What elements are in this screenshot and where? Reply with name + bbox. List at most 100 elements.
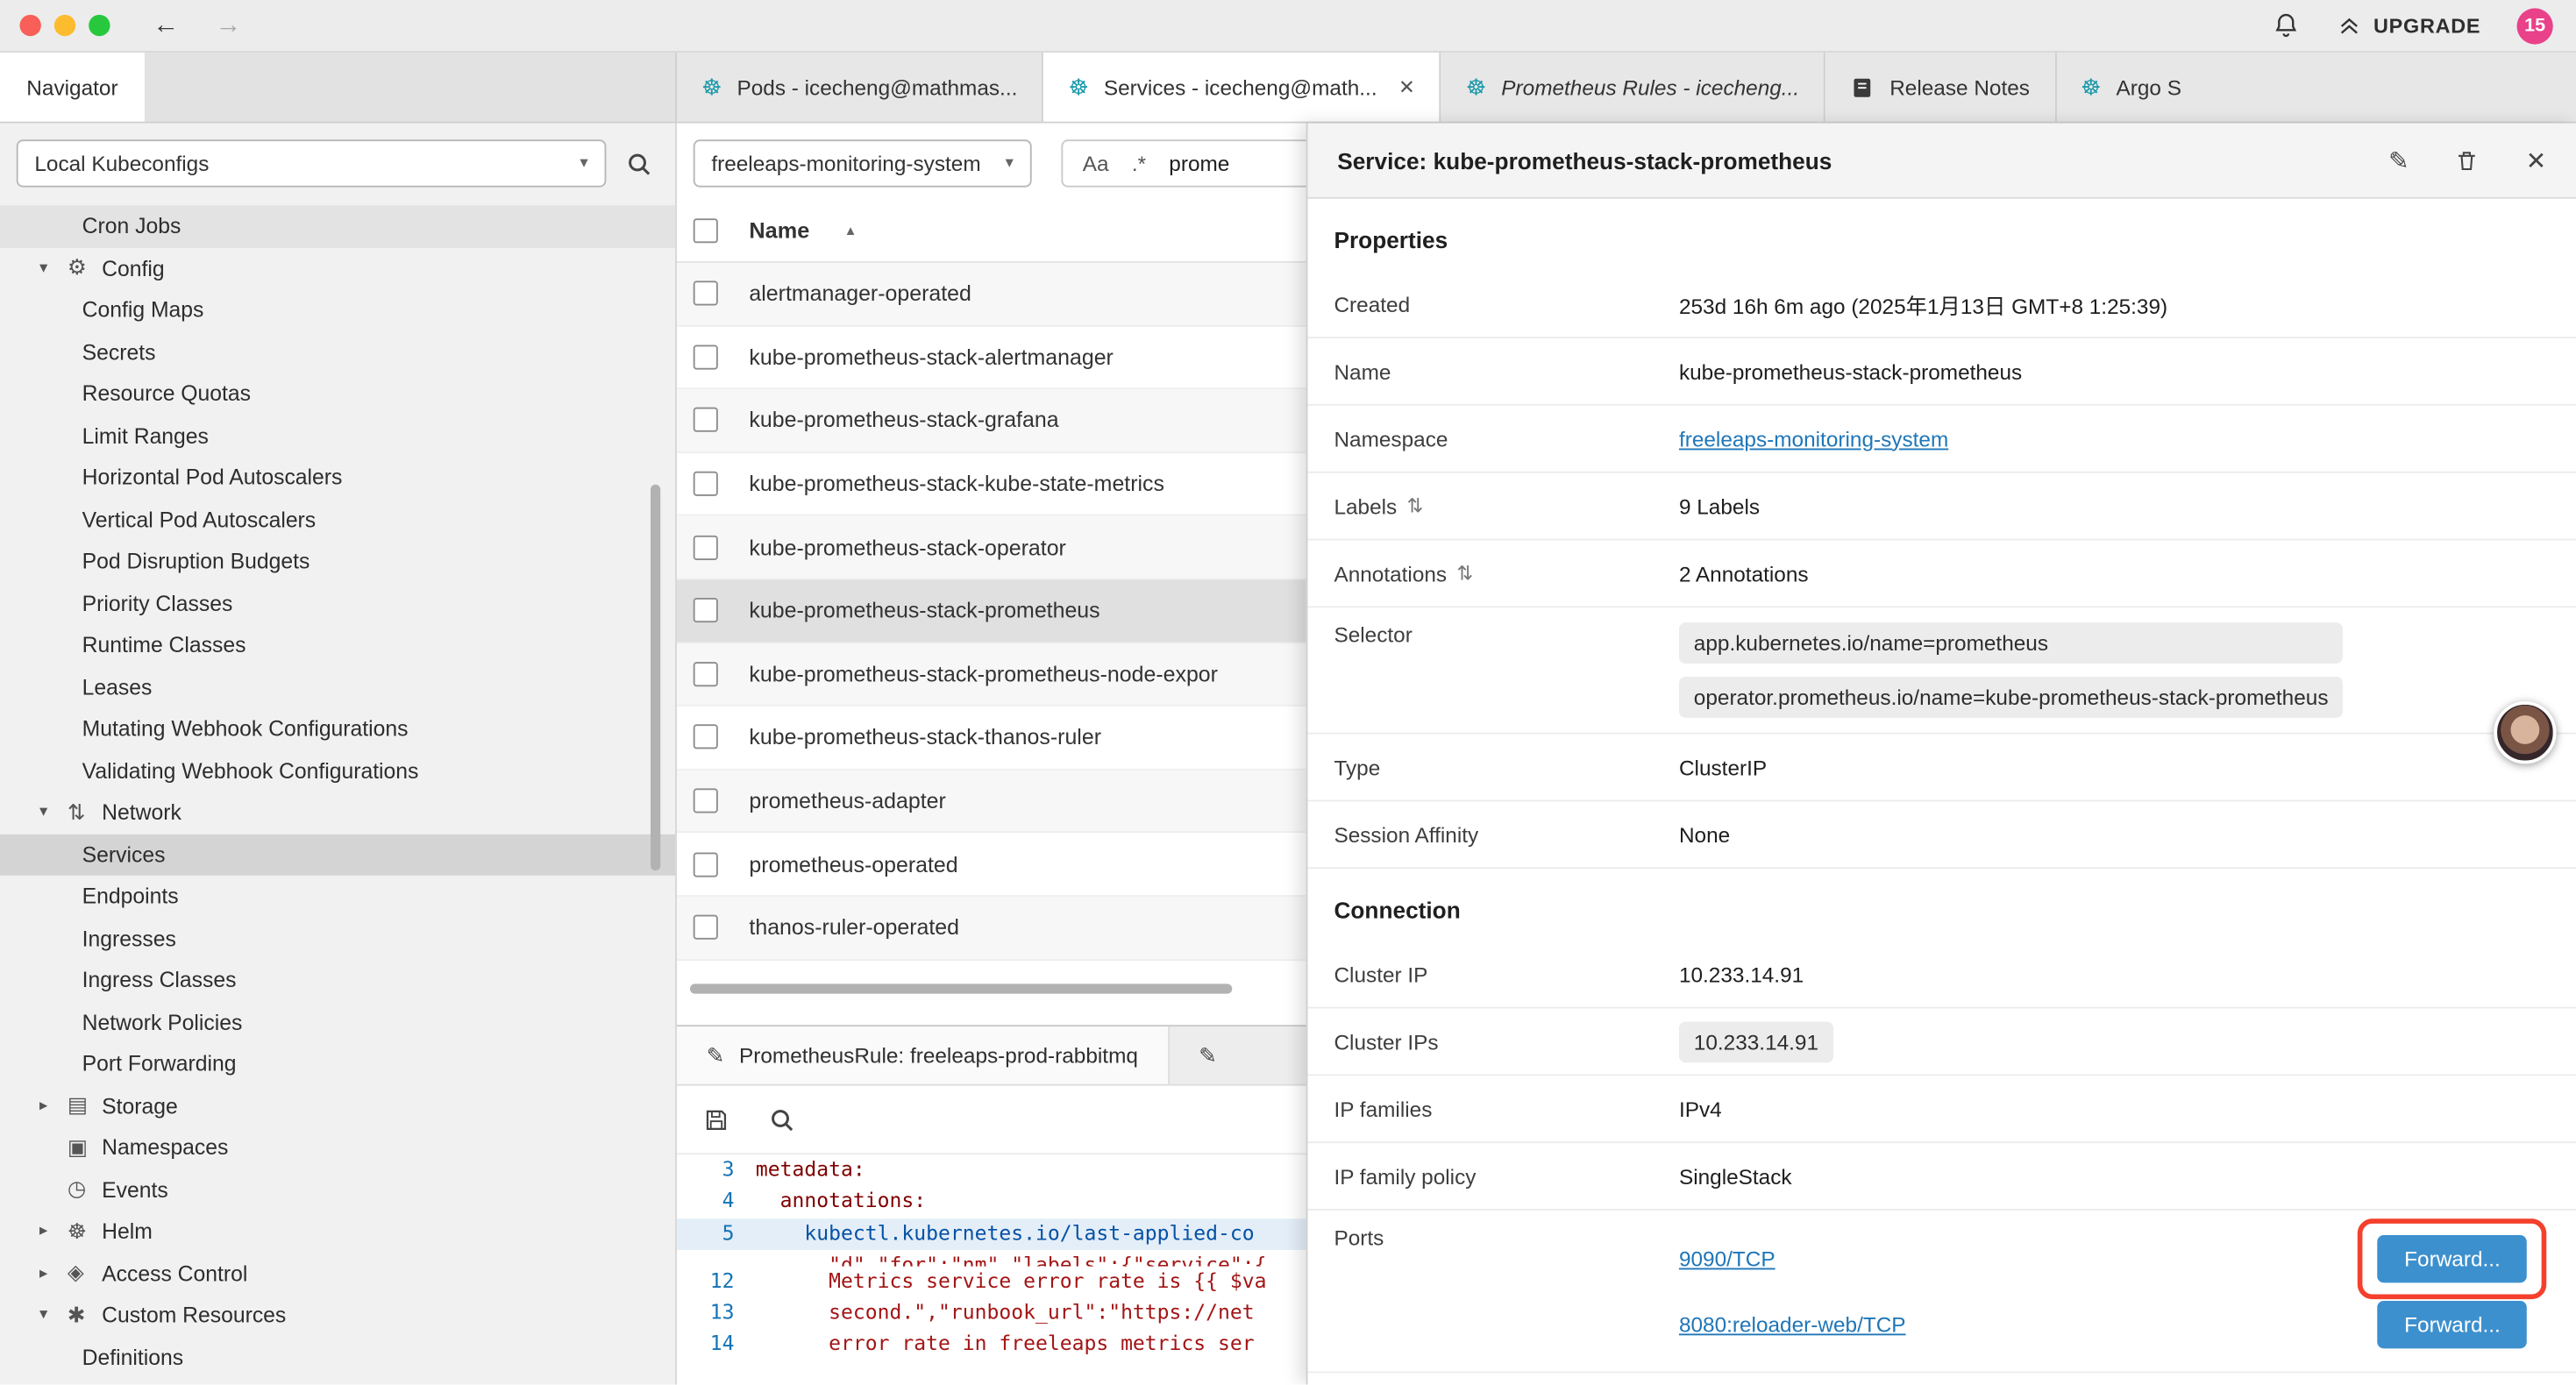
bell-icon[interactable] — [2272, 11, 2300, 39]
sidebar-item-definitions[interactable]: Definitions — [0, 1336, 675, 1378]
tab-pods[interactable]: ☸ Pods - icecheng@mathmas... — [677, 53, 1043, 122]
dock-tab-prometheusrule[interactable]: ✎ PrometheusRule: freeleaps-prod-rabbitm… — [677, 1026, 1170, 1084]
sidebar-item-namespaces[interactable]: ▣ Namespaces — [0, 1126, 675, 1168]
row-checkbox[interactable] — [694, 408, 718, 433]
row-checkbox[interactable] — [694, 281, 718, 306]
row-checkbox[interactable] — [694, 852, 718, 877]
sidebar-scrollbar[interactable] — [651, 485, 660, 870]
sidebar-item-events[interactable]: ◷ Events — [0, 1168, 675, 1211]
sidebar-item-network-policies[interactable]: Network Policies — [0, 1001, 675, 1043]
minimize-window-button[interactable] — [54, 15, 75, 36]
tab-argo[interactable]: ☸ Argo S — [2056, 53, 2576, 122]
sidebar-item-resource-quotas[interactable]: Resource Quotas — [0, 373, 675, 415]
sidebar-item-helm[interactable]: ▸ ☸ Helm — [0, 1211, 675, 1253]
forward-button[interactable]: Forward... — [2378, 1300, 2527, 1347]
back-icon[interactable]: ← — [153, 11, 179, 40]
row-checkbox[interactable] — [694, 788, 718, 813]
tab-navigator[interactable]: Navigator — [0, 53, 145, 122]
sort-ascending-icon[interactable]: ▲ — [844, 224, 857, 238]
cluster-ips-badge[interactable]: 10.233.14.91 — [1679, 1021, 1833, 1062]
close-tab-icon[interactable]: ✕ — [1398, 75, 1415, 98]
row-checkbox[interactable] — [694, 535, 718, 559]
annotations-count[interactable]: 2 Annotations — [1679, 561, 1809, 586]
sidebar-item-pod-disruption-budgets[interactable]: Pod Disruption Budgets — [0, 540, 675, 582]
chevron-down-icon[interactable]: ▾ — [39, 1306, 68, 1325]
close-window-button[interactable] — [19, 15, 40, 36]
horizontal-scrollbar[interactable] — [690, 983, 1232, 992]
sidebar-item-horizontal-pod-autoscalers[interactable]: Horizontal Pod Autoscalers — [0, 457, 675, 499]
sidebar-item-access-control[interactable]: ▸ ◈ Access Control — [0, 1253, 675, 1295]
pencil-icon: ✎ — [707, 1042, 724, 1069]
sidebar-item-services[interactable]: Services — [0, 834, 675, 876]
row-checkbox[interactable] — [694, 344, 718, 369]
sidebar-item-ingresses[interactable]: Ingresses — [0, 917, 675, 959]
tab-services[interactable]: ☸ Services - icecheng@math... ✕ — [1043, 53, 1441, 122]
chevron-down-icon[interactable]: ▾ — [39, 259, 68, 278]
trash-icon[interactable] — [2455, 147, 2480, 174]
sidebar-item-endpoints[interactable]: Endpoints — [0, 876, 675, 918]
notification-badge[interactable]: 15 — [2517, 7, 2553, 43]
sidebar-item-validating-webhook-configurations[interactable]: Validating Webhook Configurations — [0, 749, 675, 792]
forward-button[interactable]: Forward... — [2378, 1234, 2527, 1282]
edit-icon[interactable]: ✎ — [2388, 146, 2409, 175]
kubeconfig-select[interactable]: Local Kubeconfigs ▾ — [17, 139, 607, 187]
sidebar-item-label: Secrets — [82, 339, 156, 364]
sidebar-item-limit-ranges[interactable]: Limit Ranges — [0, 415, 675, 457]
sidebar-item-config-maps[interactable]: Config Maps — [0, 289, 675, 331]
save-icon[interactable] — [703, 1106, 729, 1133]
match-case-toggle[interactable]: Aa — [1083, 151, 1109, 175]
service-name: alertmanager-operated — [749, 281, 971, 306]
port-link[interactable]: 8080:reloader-web/TCP — [1679, 1311, 1906, 1336]
sidebar-item-priority-classes[interactable]: Priority Classes — [0, 582, 675, 624]
select-all-checkbox[interactable] — [694, 218, 718, 243]
tab-prometheus-rules[interactable]: ☸ Prometheus Rules - icecheng... — [1441, 53, 1825, 122]
name-label: Name — [1334, 359, 1678, 383]
search-icon[interactable] — [769, 1106, 795, 1133]
line-number: 12 — [677, 1266, 756, 1297]
sidebar-item-config[interactable]: ▾ ⚙ Config — [0, 247, 675, 289]
sidebar-item-port-forwarding[interactable]: Port Forwarding — [0, 1043, 675, 1085]
row-checkbox[interactable] — [694, 472, 718, 496]
regex-toggle[interactable]: .* — [1132, 151, 1146, 175]
chevron-down-icon[interactable]: ▾ — [39, 804, 68, 822]
chevron-right-icon[interactable]: ▸ — [39, 1223, 68, 1241]
sidebar-item-storage[interactable]: ▸ ▤ Storage — [0, 1085, 675, 1127]
maximize-window-button[interactable] — [89, 15, 110, 36]
close-icon[interactable]: ✕ — [2526, 146, 2547, 175]
sort-icon[interactable]: ⇅ — [1406, 494, 1423, 517]
sidebar-item-secrets[interactable]: Secrets — [0, 331, 675, 373]
tab-label: Services - icecheng@math... — [1104, 75, 1377, 99]
selector-badge[interactable]: operator.prometheus.io/name=kube-prometh… — [1679, 677, 2343, 718]
namespace-select[interactable]: freeleaps-monitoring-system ▾ — [694, 139, 1032, 187]
name-column-header[interactable]: Name — [749, 218, 809, 243]
navigator-tree: Cron Jobs ▾ ⚙ Config Config Maps Secrets… — [0, 205, 675, 1378]
selector-badge[interactable]: app.kubernetes.io/name=prometheus — [1679, 622, 2343, 664]
sidebar-item-leases[interactable]: Leases — [0, 666, 675, 708]
forward-icon[interactable]: → — [215, 11, 241, 40]
sidebar-item-mutating-webhook-configurations[interactable]: Mutating Webhook Configurations — [0, 708, 675, 750]
sidebar-item-custom-resources[interactable]: ▾ ✱ Custom Resources — [0, 1294, 675, 1336]
labels-count[interactable]: 9 Labels — [1679, 494, 1760, 518]
upgrade-button[interactable]: UPGRADE — [2336, 14, 2480, 37]
sidebar-item-vertical-pod-autoscalers[interactable]: Vertical Pod Autoscalers — [0, 499, 675, 541]
row-checkbox[interactable] — [694, 725, 718, 749]
service-name: prometheus-adapter — [749, 788, 945, 813]
row-checkbox[interactable] — [694, 662, 718, 686]
sidebar-item-ingress-classes[interactable]: Ingress Classes — [0, 959, 675, 1001]
tab-release-notes[interactable]: Release Notes — [1825, 53, 2056, 122]
chevron-down-icon: ▾ — [1006, 154, 1014, 173]
avatar[interactable] — [2494, 701, 2556, 764]
search-icon[interactable] — [626, 150, 652, 176]
chevron-right-icon[interactable]: ▸ — [39, 1097, 68, 1115]
sidebar-item-cron-jobs[interactable]: Cron Jobs — [0, 205, 675, 247]
row-checkbox[interactable] — [694, 915, 718, 940]
sort-icon[interactable]: ⇅ — [1456, 562, 1473, 585]
sidebar-item-network[interactable]: ▾ ⇅ Network — [0, 792, 675, 834]
sidebar-item-label: Network Policies — [82, 1010, 243, 1034]
namespace-link[interactable]: freeleaps-monitoring-system — [1679, 426, 1948, 451]
row-checkbox[interactable] — [694, 599, 718, 623]
sidebar-item-runtime-classes[interactable]: Runtime Classes — [0, 624, 675, 666]
sidebar-item-label: Storage — [102, 1093, 178, 1118]
chevron-right-icon[interactable]: ▸ — [39, 1264, 68, 1282]
port-link[interactable]: 9090/TCP — [1679, 1246, 1775, 1270]
